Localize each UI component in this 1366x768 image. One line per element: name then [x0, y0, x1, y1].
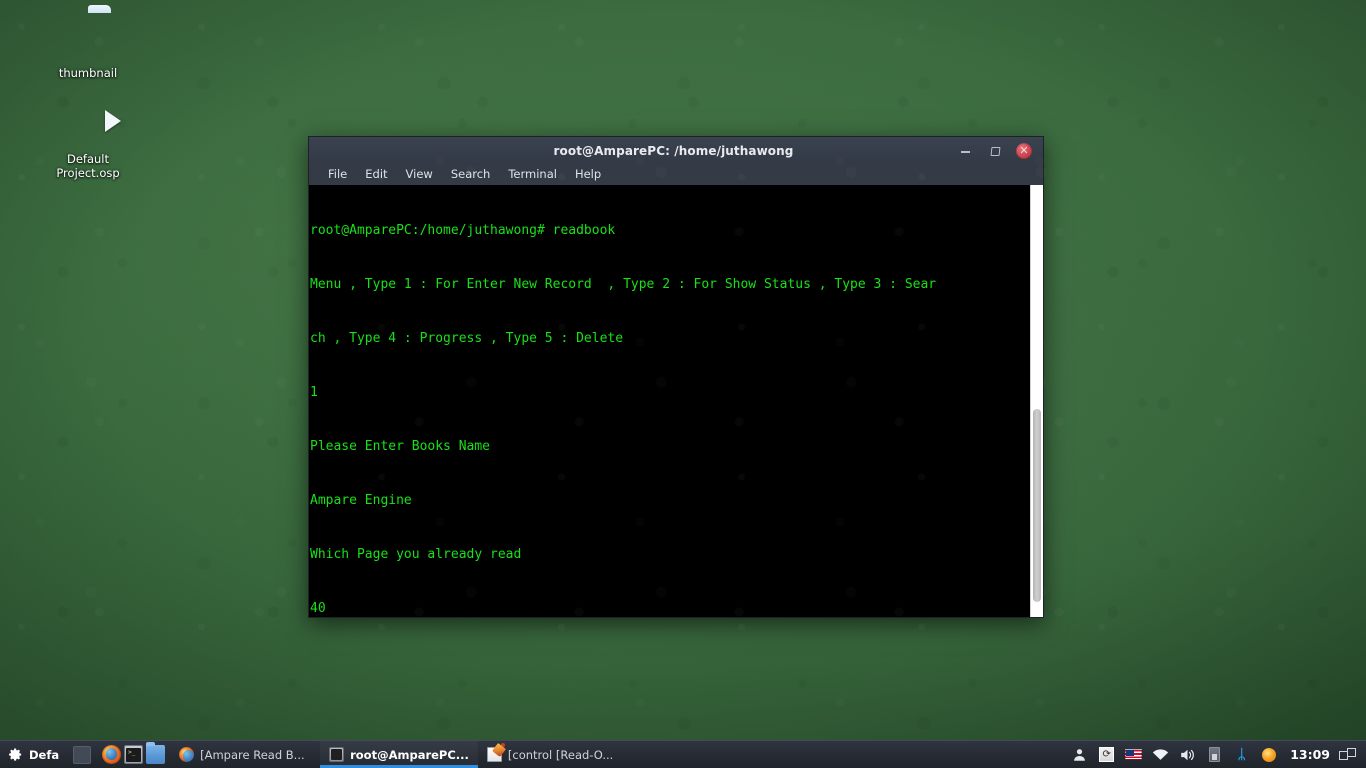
sun-glyph — [1258, 744, 1279, 765]
battery-icon[interactable] — [1206, 746, 1223, 763]
folder-icon[interactable] — [146, 742, 166, 764]
close-button[interactable]: ✕ — [1016, 142, 1032, 159]
battery-glyph — [1209, 747, 1221, 762]
workspace-switcher[interactable] — [1339, 748, 1356, 761]
desktop-icon-default-project[interactable]: Default Project.osp — [34, 98, 142, 180]
terminal-line: Please Enter Books Name — [310, 439, 491, 454]
window-control-group: ✕ — [958, 142, 1043, 159]
writer-icon — [486, 743, 505, 762]
terminal-line: Which Page you already read — [310, 547, 522, 562]
sync-icon[interactable]: ⟳ — [1098, 746, 1115, 763]
menu-item-edit[interactable]: Edit — [356, 164, 396, 185]
window-titlebar[interactable]: root@AmparePC: /home/juthawong ✕ — [309, 137, 1043, 164]
desktop-icon-thumbnail[interactable]: thumbnail — [34, 12, 142, 80]
terminal-line: 1 — [310, 385, 318, 400]
us-flag-glyph — [1125, 749, 1143, 760]
desktop[interactable]: thumbnail Default Project.osp root@Ampar… — [0, 0, 1366, 768]
gear-icon — [8, 747, 23, 762]
user-icon[interactable] — [1071, 746, 1088, 763]
window-title: root@AmparePC: /home/juthawong — [553, 143, 794, 158]
minimize-button[interactable] — [958, 143, 973, 158]
menu-item-search[interactable]: Search — [442, 164, 500, 185]
terminal-body[interactable]: root@AmparePC:/home/juthawong# readbook … — [309, 185, 1043, 617]
terminal-line: ch , Type 4 : Progress , Type 5 : Delete — [310, 331, 624, 346]
bluetooth-icon[interactable]: ᛦ — [1233, 746, 1250, 763]
system-tray: ⟳ ᛦ 13:09 — [1066, 741, 1366, 768]
taskbar-window-label: [control [Read-O... — [507, 747, 614, 762]
bluetooth-glyph: ᛦ — [1237, 746, 1246, 763]
application-menu-label: Defa — [29, 747, 60, 762]
sync-glyph: ⟳ — [1099, 747, 1115, 762]
application-menu-button[interactable]: Defa — [0, 741, 67, 768]
desktop-icon-label: Default Project.osp — [56, 152, 120, 180]
show-desktop-icon[interactable] — [73, 745, 92, 764]
media-orb-icon — [34, 98, 142, 148]
terminal-menubar: File Edit View Search Terminal Help — [309, 164, 1043, 185]
taskbar-window-control-doc[interactable]: [control [Read-O... — [478, 741, 628, 768]
terminal-line: Ampare Engine — [310, 493, 412, 508]
firefox-icon[interactable] — [102, 745, 122, 764]
terminal-icon[interactable]: >_ — [124, 745, 144, 764]
menu-item-terminal[interactable]: Terminal — [499, 164, 566, 185]
menu-item-file[interactable]: File — [319, 164, 356, 185]
firefox-icon — [179, 747, 195, 762]
taskbar-window-ampare-read[interactable]: [Ampare Read B... — [170, 741, 320, 768]
brightness-icon[interactable] — [1258, 744, 1279, 765]
terminal-scrollbar[interactable] — [1030, 185, 1043, 617]
wifi-icon[interactable] — [1152, 746, 1169, 763]
taskbar-window-terminal[interactable]: root@AmparePC... — [320, 741, 478, 768]
window-button-list: [Ampare Read B... root@AmparePC... [cont… — [170, 741, 628, 768]
menu-item-help[interactable]: Help — [566, 164, 610, 185]
terminal-line: Menu , Type 1 : For Enter New Record , T… — [310, 277, 937, 292]
menu-item-view[interactable]: View — [397, 164, 442, 185]
taskbar: Defa >_ [Ampare Read B... root@AmparePC.… — [0, 740, 1366, 768]
volume-icon[interactable] — [1179, 746, 1196, 763]
folder-icon — [34, 12, 142, 62]
keyboard-layout-flag-icon[interactable] — [1125, 746, 1143, 763]
terminal-window[interactable]: root@AmparePC: /home/juthawong ✕ File Ed… — [308, 136, 1044, 618]
terminal-output[interactable]: root@AmparePC:/home/juthawong# readbook … — [309, 185, 1030, 617]
taskbar-left-group: Defa >_ [Ampare Read B... root@AmparePC.… — [0, 741, 628, 768]
terminal-line: root@AmparePC:/home/juthawong# readbook — [310, 223, 616, 238]
terminal-scrollbar-thumb[interactable] — [1033, 409, 1041, 602]
terminal-icon — [329, 747, 345, 762]
desktop-icon-label: thumbnail — [58, 66, 118, 80]
taskbar-window-label: [Ampare Read B... — [200, 747, 305, 762]
taskbar-window-label: root@AmparePC... — [350, 747, 469, 762]
maximize-button[interactable] — [987, 143, 1002, 158]
clock[interactable]: 13:09 — [1282, 747, 1337, 762]
launcher-group: >_ — [97, 742, 170, 764]
terminal-line: 40 — [310, 601, 326, 616]
